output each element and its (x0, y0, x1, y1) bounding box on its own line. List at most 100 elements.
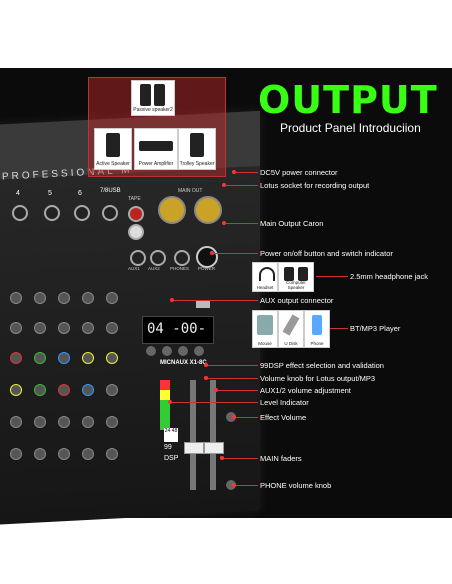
channel-knob[interactable] (34, 384, 46, 396)
fader-track-left (190, 380, 196, 490)
callout-dot (222, 183, 226, 187)
channel-knob[interactable] (106, 352, 118, 364)
annotation-bt-mp3: BT/MP3 Player (350, 324, 401, 333)
aux2-jack[interactable] (150, 250, 166, 266)
lotus-socket-l[interactable] (128, 206, 144, 222)
channel-knob[interactable] (58, 292, 70, 304)
headset-icon (259, 267, 275, 281)
headset-card: Headset (252, 262, 278, 292)
input-jack[interactable] (12, 205, 28, 221)
input-jack[interactable] (74, 205, 90, 221)
power-label: POWER (198, 266, 216, 271)
computer-speaker-card: Computer Speaker (278, 262, 314, 292)
dsp-button[interactable] (146, 346, 156, 356)
channel-knob[interactable] (58, 322, 70, 334)
channel-knob[interactable] (82, 384, 94, 396)
channel-knob[interactable] (82, 352, 94, 364)
annotation-dc5v: DC5V power connector (260, 168, 338, 177)
callout-dot (214, 388, 218, 392)
channel-knob[interactable] (34, 448, 46, 460)
aux1-jack[interactable] (130, 250, 146, 266)
channel-knob[interactable] (34, 352, 46, 364)
callout-dot (168, 400, 172, 404)
annotation-power: Power on/off button and switch indicator (260, 249, 393, 258)
passive-speaker-card: Passive speaker2 (131, 80, 175, 116)
mp3-next-button[interactable] (194, 346, 204, 356)
mp3-play-button[interactable] (178, 346, 188, 356)
phones-jack[interactable] (174, 250, 190, 266)
callout-dot (232, 415, 236, 419)
page-title: OUTPUT (258, 78, 438, 122)
channel-knob[interactable] (10, 352, 22, 364)
callout-dot (220, 456, 224, 460)
channel-knob[interactable] (106, 292, 118, 304)
channel-knob[interactable] (82, 448, 94, 460)
main-fader-left[interactable] (184, 442, 204, 454)
headset-caption: Headset (256, 285, 274, 290)
model-label: MICNAUX X1-8C (160, 360, 207, 366)
channel-knob[interactable] (10, 384, 22, 396)
channel-5-label: 5 (48, 190, 52, 197)
phones-label: PHONES (170, 266, 190, 271)
annotation-lotus-socket: Lotus socket for recording output (260, 181, 370, 190)
channel-knob[interactable] (10, 416, 22, 428)
annotation-dsp: 99DSP effect selection and validation (260, 361, 384, 370)
channel-knob[interactable] (106, 384, 118, 396)
dsp-label: DSP (164, 455, 179, 462)
callout-line (330, 328, 348, 329)
dsp-count: 99 (164, 444, 172, 451)
trolley-speaker-caption: Trolley Speaker (179, 161, 215, 167)
channel-knob[interactable] (10, 292, 22, 304)
mouse-card: Mouse (252, 310, 278, 348)
callout-line (212, 253, 258, 254)
lotus-socket-r[interactable] (128, 224, 144, 240)
callout-dot (222, 221, 226, 225)
callout-line (222, 458, 258, 459)
power-button[interactable] (196, 246, 218, 268)
annotation-phone-volume: PHONE volume knob (260, 481, 332, 490)
amplifier-icon (139, 141, 173, 151)
channel-knob[interactable] (106, 416, 118, 428)
input-jack[interactable] (44, 205, 60, 221)
channel-knob[interactable] (82, 292, 94, 304)
channel-knob[interactable] (106, 448, 118, 460)
channel-knob[interactable] (34, 322, 46, 334)
main-out-xlr-right[interactable] (194, 196, 222, 224)
channel-knob[interactable] (82, 416, 94, 428)
channel-knob[interactable] (34, 416, 46, 428)
annotation-level-indicator: Level Indicator (260, 398, 309, 407)
callout-line (206, 365, 258, 366)
channel-knob[interactable] (58, 384, 70, 396)
channel-knob[interactable] (58, 352, 70, 364)
callout-line (226, 223, 258, 224)
dsp-display: 04 -00- (142, 316, 214, 344)
channel-knob[interactable] (10, 448, 22, 460)
callout-line (206, 378, 258, 379)
main-fader-right[interactable] (204, 442, 224, 454)
channel-knob[interactable] (82, 322, 94, 334)
udisk-caption: U Disk (284, 341, 298, 346)
channel-knob[interactable] (10, 322, 22, 334)
udisk-card: U Disk (278, 310, 304, 348)
callout-dot (210, 251, 214, 255)
input-jack[interactable] (102, 205, 118, 221)
callout-dot (204, 363, 208, 367)
computer-speaker-caption: Computer Speaker (286, 280, 306, 290)
annotation-aux-output: AUX output connector (260, 296, 334, 305)
passive-speaker-caption: Passive speaker2 (133, 107, 173, 113)
active-speaker-caption: Active Speaker (96, 161, 130, 167)
mp3-prev-button[interactable] (162, 346, 172, 356)
channel-knob[interactable] (34, 292, 46, 304)
channel-knob[interactable] (106, 322, 118, 334)
callout-dot (232, 483, 236, 487)
annotation-headphone-jack: 2.5mm headphone jack (350, 272, 428, 281)
usb-port[interactable] (196, 300, 210, 308)
main-out-xlr-left[interactable] (158, 196, 186, 224)
callout-line (316, 276, 348, 277)
channel-knob[interactable] (58, 416, 70, 428)
callout-line (172, 300, 258, 301)
power-amplifier-caption: Power Amplifier (138, 161, 174, 167)
channel-knob[interactable] (58, 448, 70, 460)
phone-caption: Phone (310, 341, 324, 346)
bus-label: 7/8USB (100, 188, 121, 194)
